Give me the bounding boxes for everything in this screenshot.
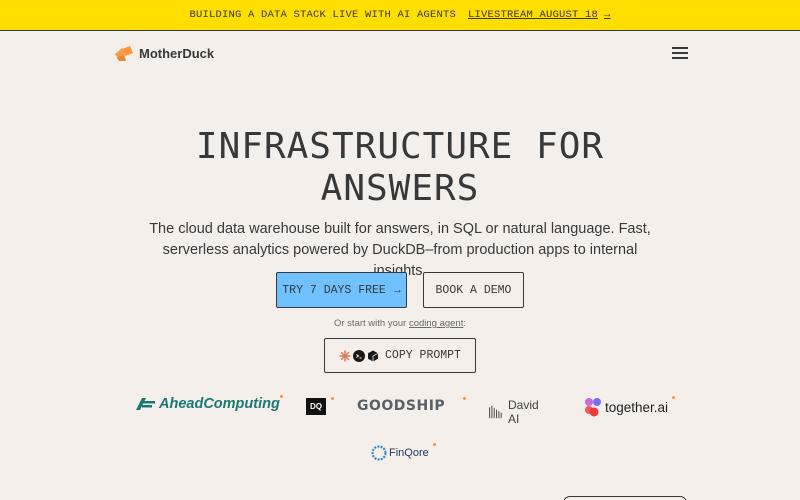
cursor-icon — [368, 350, 379, 361]
announcement-banner: BUILDING A DATA STACK LIVE WITH AI AGENT… — [0, 0, 800, 31]
customer-name: FinQore — [389, 447, 429, 459]
motherduck-logo[interactable]: MotherDuck — [113, 44, 214, 62]
copy-prompt-button[interactable]: COPY PROMPT — [324, 338, 476, 373]
book-demo-button[interactable]: BOOK A DEMO — [423, 272, 524, 308]
customer-logo-aheadcomputing: AheadComputing — [134, 395, 283, 412]
logo-text: MotherDuck — [139, 45, 215, 61]
duck-logo-icon — [115, 46, 133, 61]
customer-logo-dq: DQ — [306, 397, 334, 415]
customer-name: AheadComputing — [159, 396, 280, 412]
hero-subtitle-line-1: The cloud data warehouse built for answe… — [149, 221, 651, 237]
customer-name: DQ — [306, 398, 326, 415]
livestream-link-label: LIVESTREAM AUGUST 18 — [468, 9, 599, 21]
hamburger-menu-icon[interactable] — [672, 47, 688, 59]
accent-dot — [280, 395, 283, 398]
terminal-icon — [353, 349, 366, 362]
accent-dot — [331, 397, 334, 400]
hero-title-line-2: ANSWERS — [320, 168, 480, 209]
coding-agent-text: Or start with your coding agent: — [333, 318, 467, 329]
customer-name: together.ai — [605, 399, 669, 415]
arrow-right-icon: → — [393, 283, 401, 297]
hero-title: INFRASTRUCTURE FOR ANSWERS — [0, 126, 800, 210]
customer-name: David AI — [507, 398, 539, 426]
try-free-label: TRY 7 DAYS FREE — [282, 283, 386, 297]
coding-agent-link[interactable]: coding agent — [409, 318, 463, 329]
customer-logo-finqore: FinQore — [371, 443, 436, 461]
customer-name: GOODSHIP — [357, 398, 446, 414]
customer-logo-david-ai: David AI — [489, 398, 543, 426]
customer-logo-goodship: GOODSHIP — [357, 397, 466, 414]
claude-icon — [339, 349, 351, 362]
banner-message: BUILDING A DATA STACK LIVE WITH AI AGENT… — [189, 9, 456, 21]
livestream-link[interactable]: LIVESTREAM AUGUST 18 → — [468, 9, 611, 21]
customer-logo-together-ai: together.ai — [584, 396, 675, 417]
together-ai-mark-icon — [585, 398, 601, 417]
accent-dot — [463, 397, 466, 400]
try-free-button[interactable]: TRY 7 DAYS FREE → — [276, 272, 407, 308]
agent-icons — [339, 349, 379, 362]
accent-dot — [672, 396, 675, 399]
aheadcomputing-mark-icon — [136, 398, 155, 410]
floating-button[interactable] — [563, 496, 687, 500]
hero-title-line-1: INFRASTRUCTURE FOR — [195, 126, 605, 167]
book-demo-label: BOOK A DEMO — [435, 283, 512, 297]
finqore-mark-icon — [371, 445, 387, 461]
copy-prompt-label: COPY PROMPT — [385, 349, 461, 362]
arrow-right-icon: → — [604, 9, 611, 21]
accent-dot — [433, 443, 436, 446]
david-ai-bars-icon — [489, 405, 502, 419]
